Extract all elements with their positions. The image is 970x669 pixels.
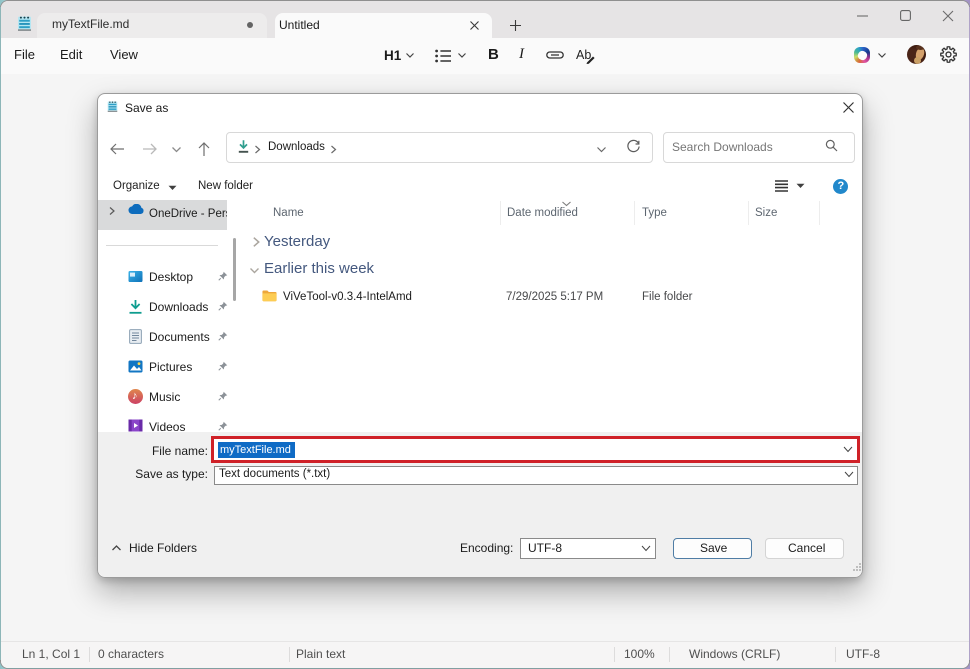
svg-text:Ab: Ab bbox=[576, 48, 591, 62]
